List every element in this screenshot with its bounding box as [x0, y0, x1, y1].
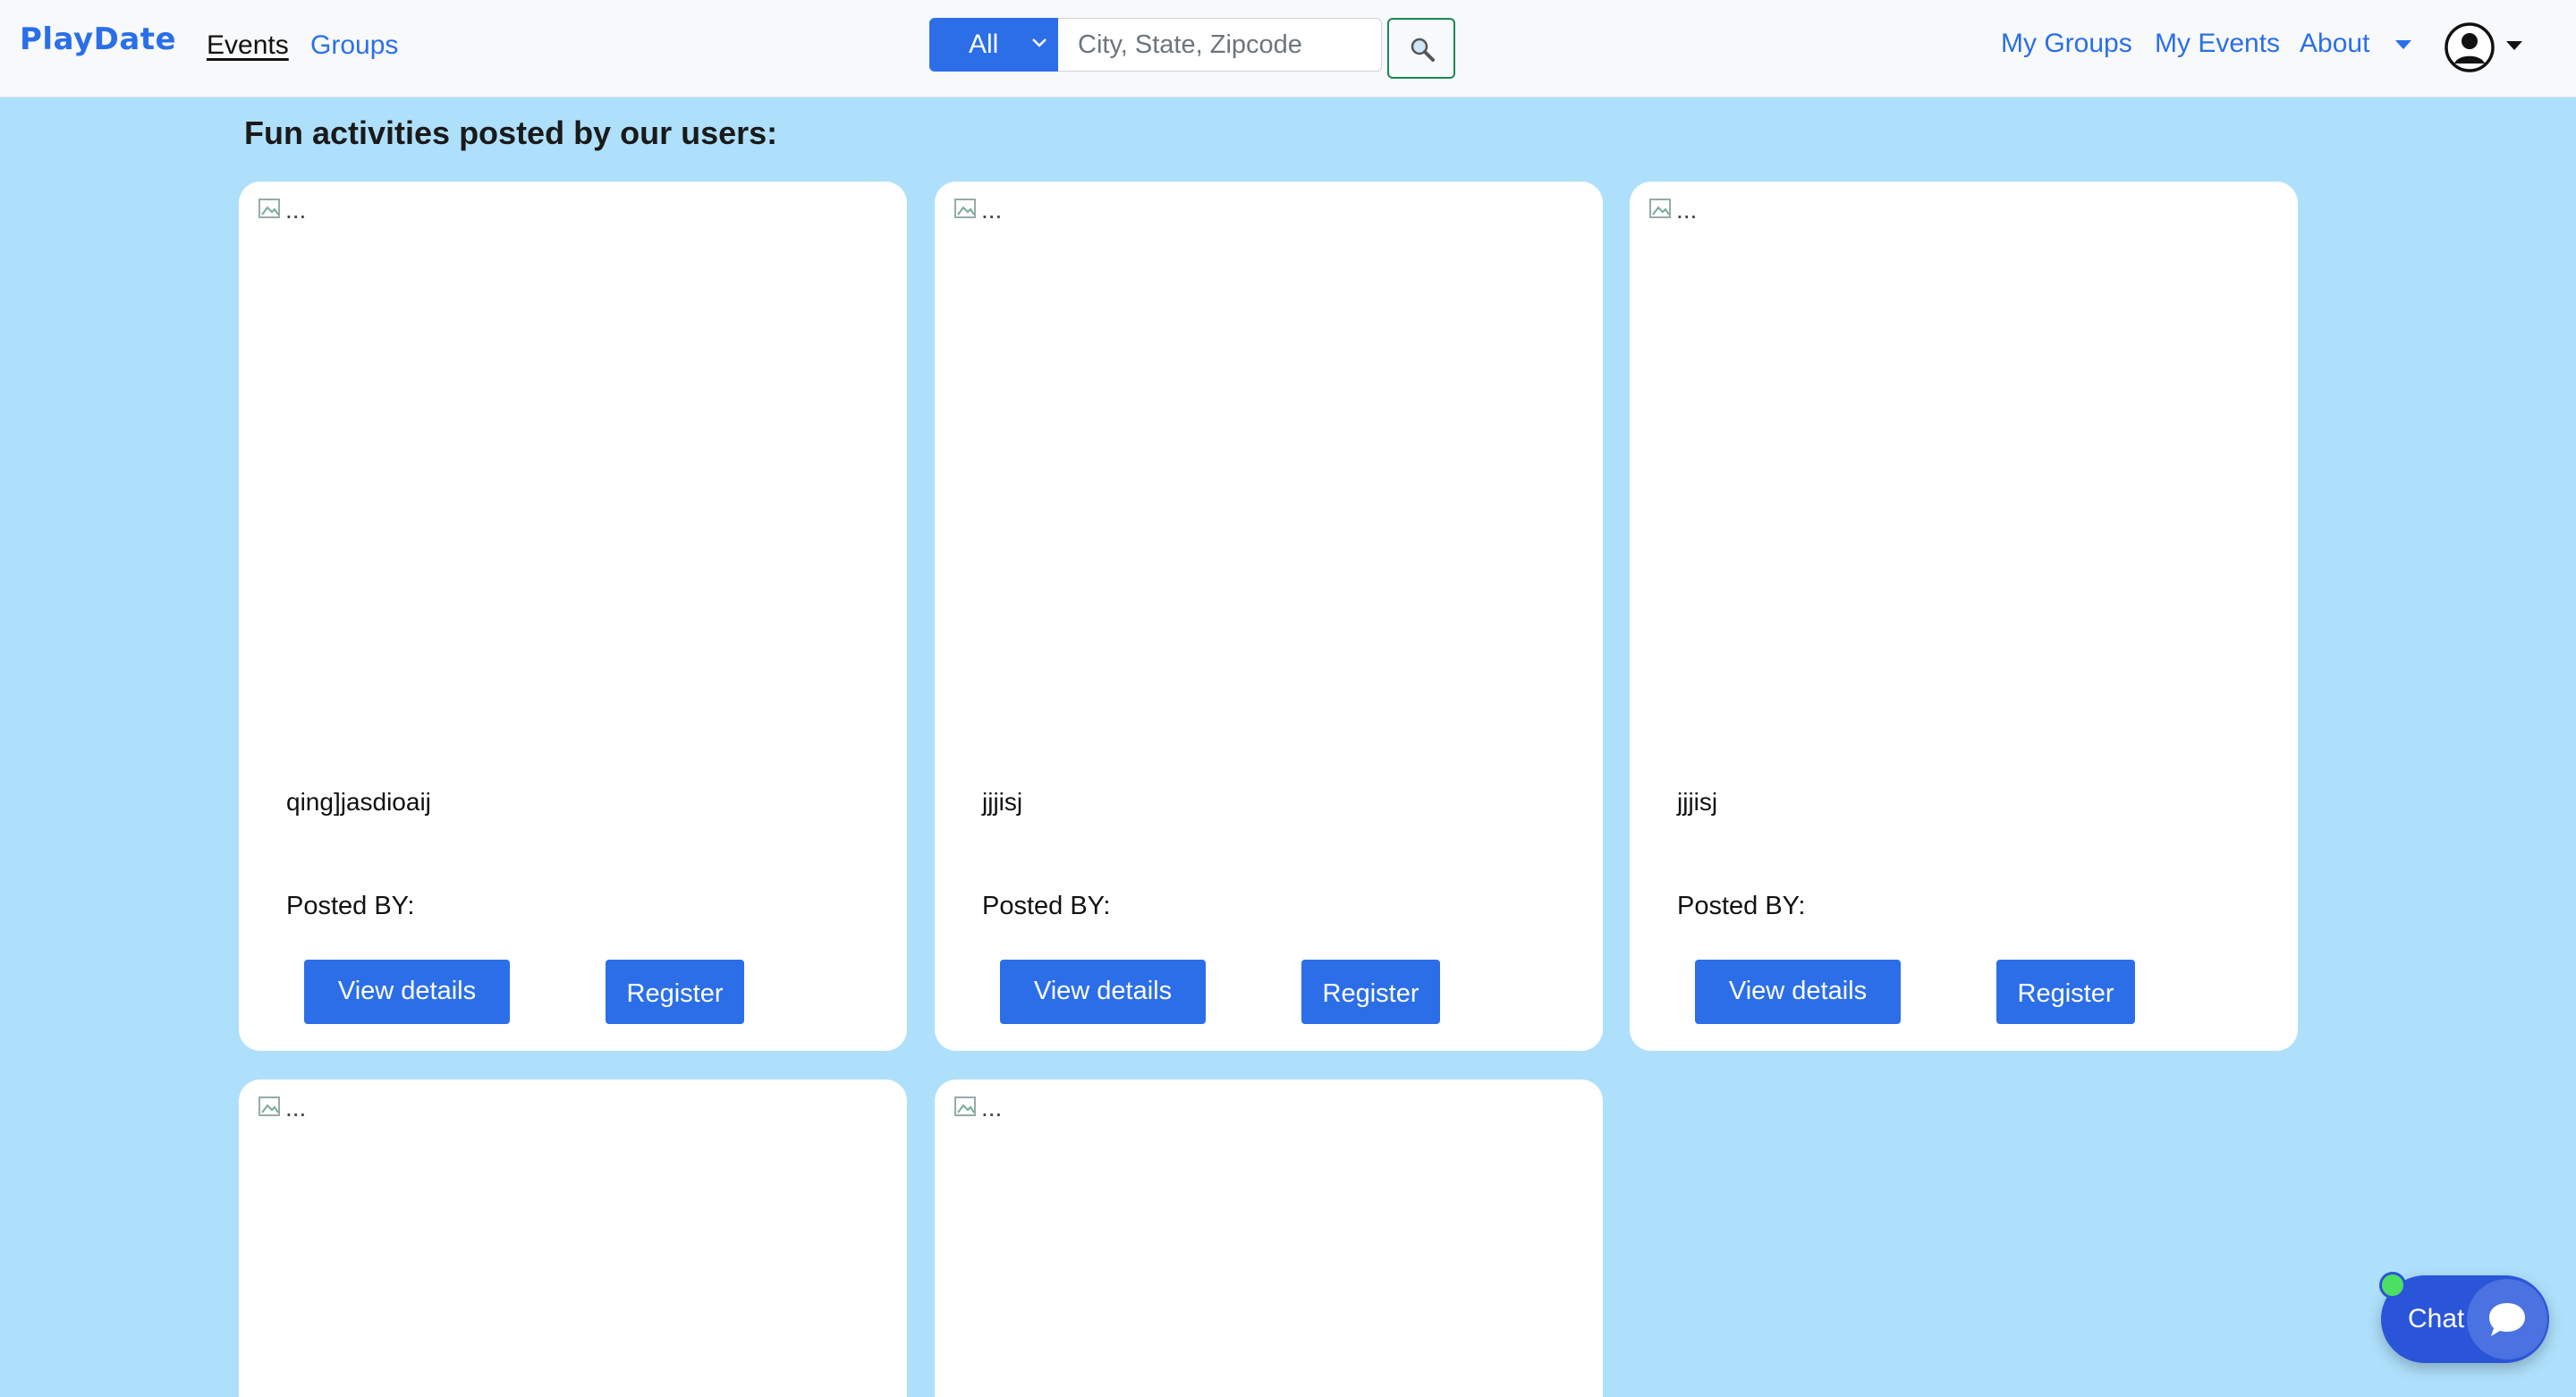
chevron-down-icon [1031, 30, 1047, 54]
event-card: ... jjjisj Posted BY: View details Regis… [935, 182, 1603, 1051]
user-menu-caret-icon[interactable] [2506, 41, 2522, 50]
location-search-input[interactable] [1058, 18, 1382, 72]
event-card: ... [239, 1080, 907, 1397]
search-button[interactable] [1387, 18, 1455, 79]
view-details-button[interactable]: View details [304, 960, 510, 1024]
broken-image-icon: ... [1649, 196, 1697, 224]
nav-link-about[interactable]: About [2300, 29, 2369, 59]
view-details-button[interactable]: View details [1695, 960, 1901, 1024]
event-title: qing]jasdioaij [286, 788, 431, 816]
view-details-button[interactable]: View details [1000, 960, 1206, 1024]
event-card: ... jjjisj Posted BY: View details Regis… [1630, 182, 2298, 1051]
broken-image-icon: ... [954, 196, 1002, 224]
posted-by-label: Posted BY: [286, 892, 415, 920]
image-alt-text: ... [285, 1094, 307, 1122]
event-card: ... [935, 1080, 1603, 1397]
event-title: jjjisj [982, 788, 1023, 816]
event-title: jjjisj [1677, 788, 1718, 816]
top-navbar: PlayDate Events Groups All My Groups My … [0, 0, 2576, 97]
image-alt-text: ... [1676, 196, 1698, 224]
online-status-dot [2379, 1272, 2406, 1299]
broken-image-icon: ... [258, 1094, 306, 1122]
chat-label: Chat [2408, 1304, 2465, 1334]
search-filter-select[interactable]: All [929, 18, 1058, 72]
broken-image-icon: ... [954, 1094, 1002, 1122]
nav-link-my-events[interactable]: My Events [2155, 29, 2280, 59]
chat-button[interactable]: Chat [2379, 1272, 2549, 1363]
register-button[interactable]: Register [606, 960, 744, 1024]
register-button[interactable]: Register [1996, 960, 2135, 1024]
brand-logo[interactable]: PlayDate [20, 21, 176, 57]
image-alt-text: ... [981, 1094, 1003, 1122]
page-title: Fun activities posted by our users: [244, 114, 778, 151]
register-button[interactable]: Register [1301, 960, 1440, 1024]
nav-link-my-groups[interactable]: My Groups [2001, 29, 2132, 59]
nav-link-events[interactable]: Events [207, 30, 289, 61]
event-card: ... qing]jasdioaij Posted BY: View detai… [239, 182, 907, 1051]
image-alt-text: ... [285, 196, 307, 224]
posted-by-label: Posted BY: [1677, 892, 1806, 920]
search-filter-value: All [969, 30, 999, 59]
posted-by-label: Posted BY: [982, 892, 1111, 920]
nav-link-groups[interactable]: Groups [310, 30, 398, 61]
image-alt-text: ... [981, 196, 1003, 224]
broken-image-icon: ... [258, 196, 306, 224]
user-circle-icon[interactable] [2444, 21, 2496, 73]
about-dropdown-caret-icon[interactable] [2395, 40, 2411, 49]
chat-bubble-icon [2467, 1279, 2547, 1359]
